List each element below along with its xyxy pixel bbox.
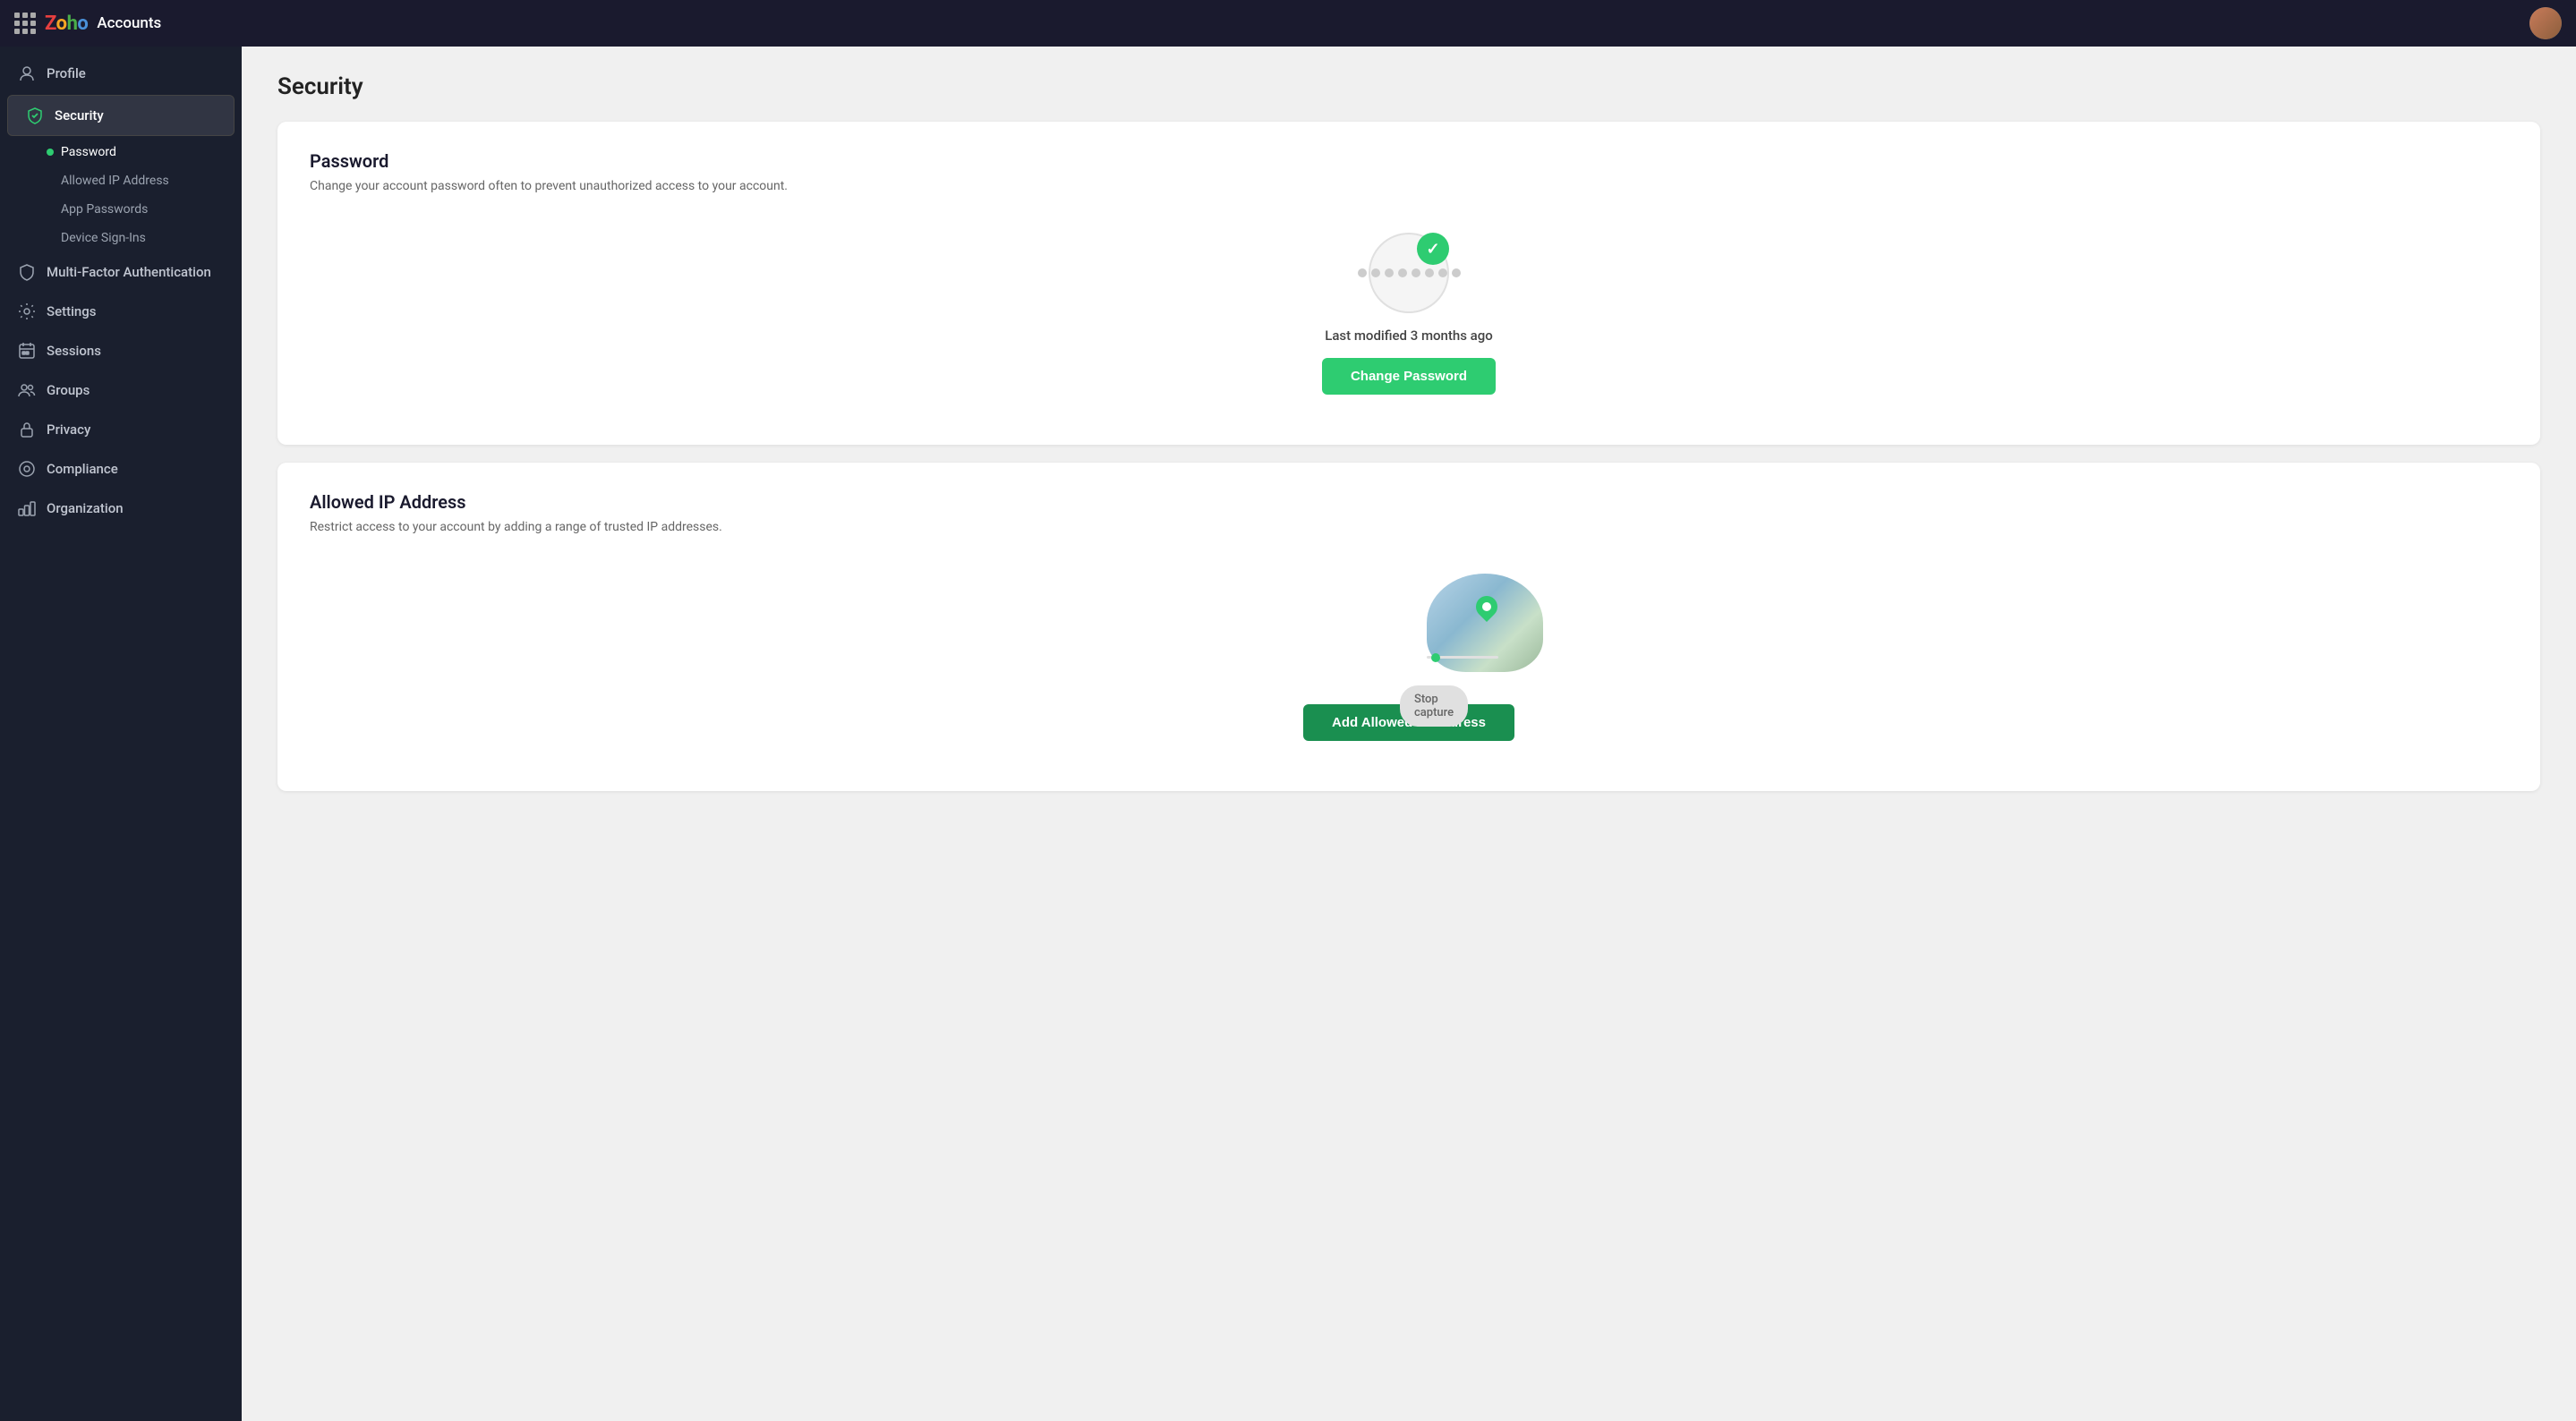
sidebar-item-label: Security (55, 107, 104, 123)
allowed-ip-card: Allowed IP Address Restrict access to yo… (277, 463, 2540, 791)
last-modified-text: Last modified 3 months ago (1325, 328, 1493, 344)
user-avatar[interactable] (2529, 7, 2562, 39)
stop-capture-badge[interactable]: Stop capture (1400, 685, 1468, 727)
pwd-dot (1425, 268, 1434, 277)
password-shield-circle (1369, 233, 1449, 313)
sidebar-item-organization[interactable]: Organization (0, 489, 242, 528)
inactive-dot (47, 234, 54, 242)
shield-icon (26, 106, 44, 124)
ip-card-title: Allowed IP Address (310, 491, 2508, 513)
pwd-dot (1452, 268, 1461, 277)
app-title: Accounts (97, 14, 161, 32)
inactive-dot (47, 177, 54, 184)
pwd-dot (1371, 268, 1380, 277)
password-dots (1358, 268, 1461, 277)
user-icon (18, 64, 36, 82)
pwd-dot (1412, 268, 1420, 277)
logo-o1: o (56, 13, 67, 35)
pwd-dot (1438, 268, 1447, 277)
page-title: Security (277, 73, 2540, 100)
pwd-dot (1358, 268, 1367, 277)
sidebar-sub-device-signins[interactable]: Device Sign-Ins (47, 224, 242, 252)
sidebar-sub-password[interactable]: Password (47, 138, 242, 166)
pwd-dot (1385, 268, 1394, 277)
topbar: Zoho Accounts (0, 0, 2576, 47)
calendar-icon (18, 342, 36, 360)
sidebar-item-label: Profile (47, 65, 86, 81)
groups-icon (18, 381, 36, 399)
org-icon (18, 499, 36, 517)
sub-item-label: App Passwords (61, 202, 148, 217)
sidebar-item-label: Privacy (47, 421, 90, 438)
grid-menu-icon[interactable] (14, 13, 36, 34)
avatar-image (2529, 7, 2562, 39)
sub-item-label: Device Sign-Ins (61, 231, 146, 245)
zoho-logo: Zoho Accounts (45, 13, 161, 35)
topbar-left: Zoho Accounts (14, 13, 161, 35)
sidebar-item-mfa[interactable]: Multi-Factor Authentication (0, 252, 242, 292)
sidebar: Profile Security Password Allowed IP Add… (0, 47, 242, 1421)
sidebar-item-label: Multi-Factor Authentication (47, 264, 211, 280)
password-check-badge (1417, 233, 1449, 265)
password-card: Password Change your account password of… (277, 122, 2540, 445)
logo-o2: o (77, 13, 88, 35)
active-dot (47, 149, 54, 156)
sidebar-item-groups[interactable]: Groups (0, 370, 242, 410)
lock-icon (18, 421, 36, 438)
sub-item-label: Allowed IP Address (61, 174, 169, 188)
inactive-dot (47, 206, 54, 213)
sidebar-sub-allowed-ip[interactable]: Allowed IP Address (47, 166, 242, 195)
sidebar-sub-app-passwords[interactable]: App Passwords (47, 195, 242, 224)
password-visual: Last modified 3 months ago Change Passwo… (310, 215, 2508, 416)
compliance-icon (18, 460, 36, 478)
shield-lock-icon (18, 263, 36, 281)
sidebar-item-profile[interactable]: Profile (0, 54, 242, 93)
ip-card-desc: Restrict access to your account by addin… (310, 520, 2508, 534)
map-dot (1431, 653, 1440, 662)
settings-icon (18, 302, 36, 320)
sidebar-item-privacy[interactable]: Privacy (0, 410, 242, 449)
password-card-title: Password (310, 150, 2508, 172)
pwd-dot (1398, 268, 1407, 277)
sidebar-item-settings[interactable]: Settings (0, 292, 242, 331)
password-card-desc: Change your account password often to pr… (310, 179, 2508, 193)
sidebar-item-label: Compliance (47, 461, 118, 477)
security-sub-items: Password Allowed IP Address App Password… (0, 138, 242, 252)
logo-z: Z (45, 13, 56, 35)
main-content: Security Password Change your account pa… (242, 47, 2576, 1421)
sidebar-item-label: Organization (47, 500, 124, 516)
ip-visual: Stop capture Add Allowed IP Address (310, 556, 2508, 762)
map-pin-icon (1471, 591, 1502, 622)
sub-item-label: Password (61, 145, 116, 159)
sidebar-item-security[interactable]: Security (7, 95, 235, 136)
sidebar-item-label: Groups (47, 382, 90, 398)
sidebar-item-label: Sessions (47, 343, 101, 359)
change-password-button[interactable]: Change Password (1322, 358, 1496, 395)
logo-h: h (67, 13, 78, 35)
sidebar-item-sessions[interactable]: Sessions (0, 331, 242, 370)
sidebar-item-compliance[interactable]: Compliance (0, 449, 242, 489)
sidebar-item-label: Settings (47, 303, 97, 319)
